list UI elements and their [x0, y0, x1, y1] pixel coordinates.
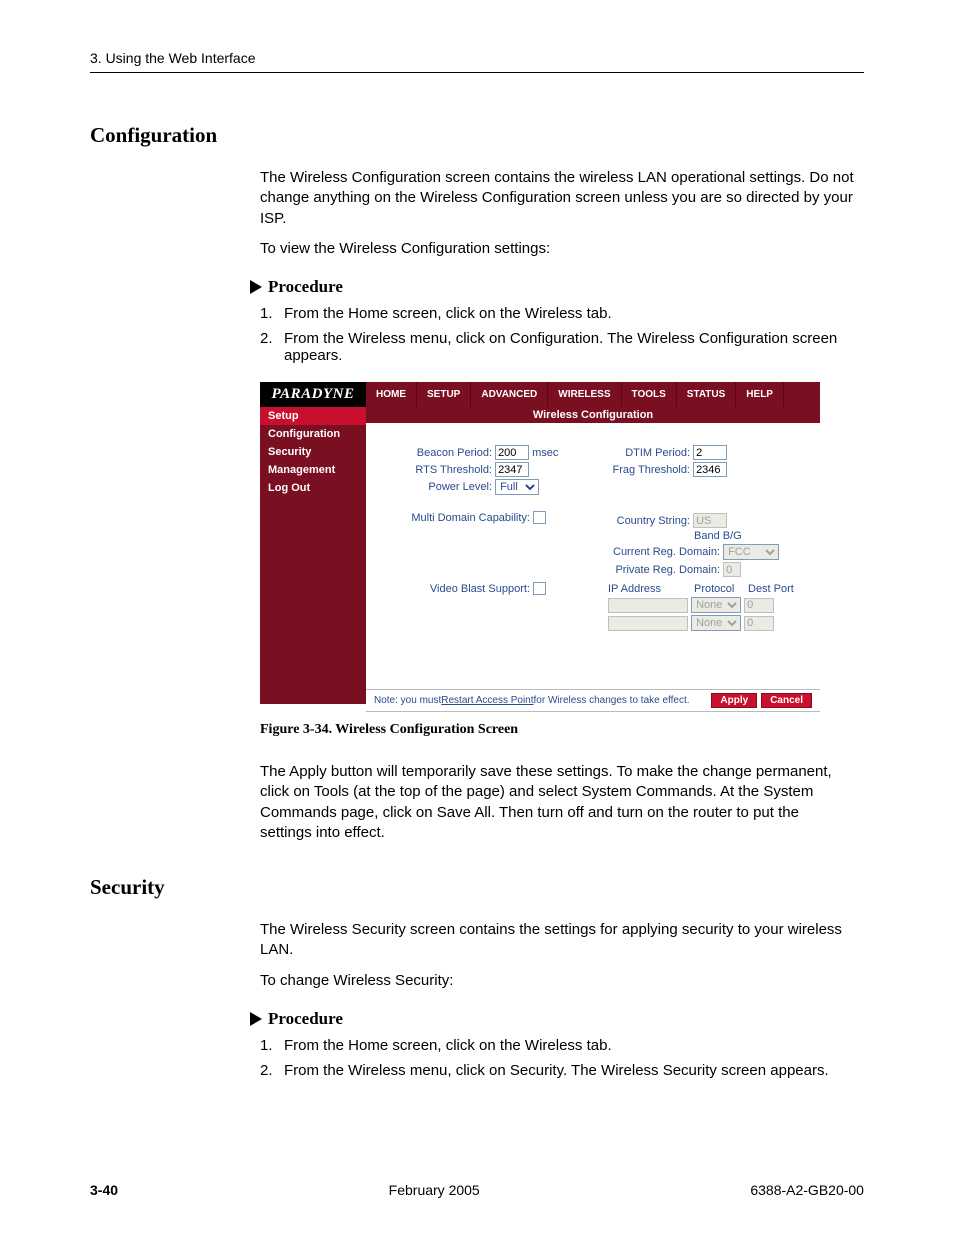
label-dtim: DTIM Period:: [590, 447, 690, 459]
label-rts: RTS Threshold:: [380, 464, 492, 476]
panel-title: Wireless Configuration: [366, 407, 820, 423]
label-curreg: Current Reg. Domain:: [590, 546, 720, 558]
figure-wireless-config: PARADYNE HOME SETUP ADVANCED WIRELESS TO…: [260, 382, 820, 712]
list-item: 1.From the Home screen, click on the Wir…: [260, 1037, 854, 1054]
tab-advanced[interactable]: ADVANCED: [471, 382, 548, 407]
tab-help[interactable]: HELP: [736, 382, 784, 407]
figure-caption: Figure 3-34. Wireless Configuration Scre…: [260, 722, 854, 738]
col-destport: Dest Port: [748, 583, 794, 595]
select-curreg: FCC: [723, 544, 779, 560]
note-bar: Note: you must Restart Access Point for …: [366, 689, 820, 712]
procedure-steps: 1.From the Home screen, click on the Wir…: [260, 1037, 854, 1079]
tab-status[interactable]: STATUS: [677, 382, 737, 407]
procedure-steps: 1.From the Home screen, click on the Wir…: [260, 305, 854, 364]
brand-logo: PARADYNE: [260, 382, 366, 407]
restart-link[interactable]: Restart Access Point: [441, 695, 533, 706]
paragraph: The Apply button will temporarily save t…: [260, 762, 854, 843]
col-ip: IP Address: [608, 583, 694, 595]
cancel-button[interactable]: Cancel: [761, 693, 812, 708]
input-dtim[interactable]: [693, 445, 727, 460]
tab-wireless[interactable]: WIRELESS: [548, 382, 621, 407]
label-country: Country String:: [590, 515, 690, 527]
input-country: [693, 513, 727, 528]
list-item: 1.From the Home screen, click on the Wir…: [260, 305, 854, 322]
label-videoblast: Video Blast Support:: [380, 583, 530, 595]
label-beacon: Beacon Period:: [380, 447, 492, 459]
paragraph: To view the Wireless Configuration setti…: [260, 239, 854, 259]
col-protocol: Protocol: [694, 583, 748, 595]
triangle-icon: [250, 280, 262, 294]
label-band: Band B/G: [694, 530, 742, 542]
label-frag: Frag Threshold:: [590, 464, 690, 476]
label-power: Power Level:: [380, 481, 492, 493]
triangle-icon: [250, 1012, 262, 1026]
apply-button[interactable]: Apply: [711, 693, 757, 708]
unit-msec: msec: [532, 447, 558, 459]
header-rule: [90, 72, 864, 73]
tab-home[interactable]: HOME: [366, 382, 417, 407]
select-proto1: None: [691, 597, 741, 613]
input-beacon[interactable]: [495, 445, 529, 460]
input-rts[interactable]: [495, 462, 529, 477]
input-dport2: [744, 616, 774, 631]
heading-configuration: Configuration: [90, 123, 864, 148]
sidebar-item-configuration[interactable]: Configuration: [260, 425, 366, 443]
input-ip2: [608, 616, 688, 631]
paragraph: To change Wireless Security:: [260, 971, 854, 991]
label-multidomain: Multi Domain Capability:: [380, 512, 530, 524]
footer-docid: 6388-A2-GB20-00: [750, 1182, 864, 1198]
procedure-heading: Procedure: [268, 1009, 343, 1029]
sidebar-item-logout[interactable]: Log Out: [260, 479, 366, 497]
page-number: 3-40: [90, 1182, 118, 1198]
main-panel: Wireless Configuration Beacon Period: ms…: [366, 407, 820, 712]
paragraph: The Wireless Security screen contains th…: [260, 920, 854, 961]
running-header: 3. Using the Web Interface: [90, 50, 864, 66]
page-footer: 3-40 February 2005 6388-A2-GB20-00: [90, 1182, 864, 1198]
label-privreg: Private Reg. Domain:: [590, 564, 720, 576]
sidebar-item-management[interactable]: Management: [260, 461, 366, 479]
checkbox-multidomain[interactable]: [533, 511, 546, 524]
procedure-heading: Procedure: [268, 277, 343, 297]
sidebar-item-security[interactable]: Security: [260, 443, 366, 461]
tab-setup[interactable]: SETUP: [417, 382, 471, 407]
footer-date: February 2005: [389, 1182, 480, 1198]
list-item: 2.From the Wireless menu, click on Confi…: [260, 330, 854, 364]
tab-bar: PARADYNE HOME SETUP ADVANCED WIRELESS TO…: [260, 382, 820, 407]
checkbox-videoblast[interactable]: [533, 582, 546, 595]
select-power[interactable]: Full: [495, 479, 539, 495]
input-privreg: [723, 562, 741, 577]
input-dport1: [744, 598, 774, 613]
select-proto2: None: [691, 615, 741, 631]
paragraph: The Wireless Configuration screen contai…: [260, 168, 854, 229]
list-item: 2.From the Wireless menu, click on Secur…: [260, 1062, 854, 1079]
tab-tools[interactable]: TOOLS: [622, 382, 677, 407]
heading-security: Security: [90, 875, 864, 900]
input-ip1: [608, 598, 688, 613]
input-frag[interactable]: [693, 462, 727, 477]
sidebar-section-setup: Setup: [260, 407, 366, 425]
sidebar: Setup Configuration Security Management …: [260, 407, 366, 704]
